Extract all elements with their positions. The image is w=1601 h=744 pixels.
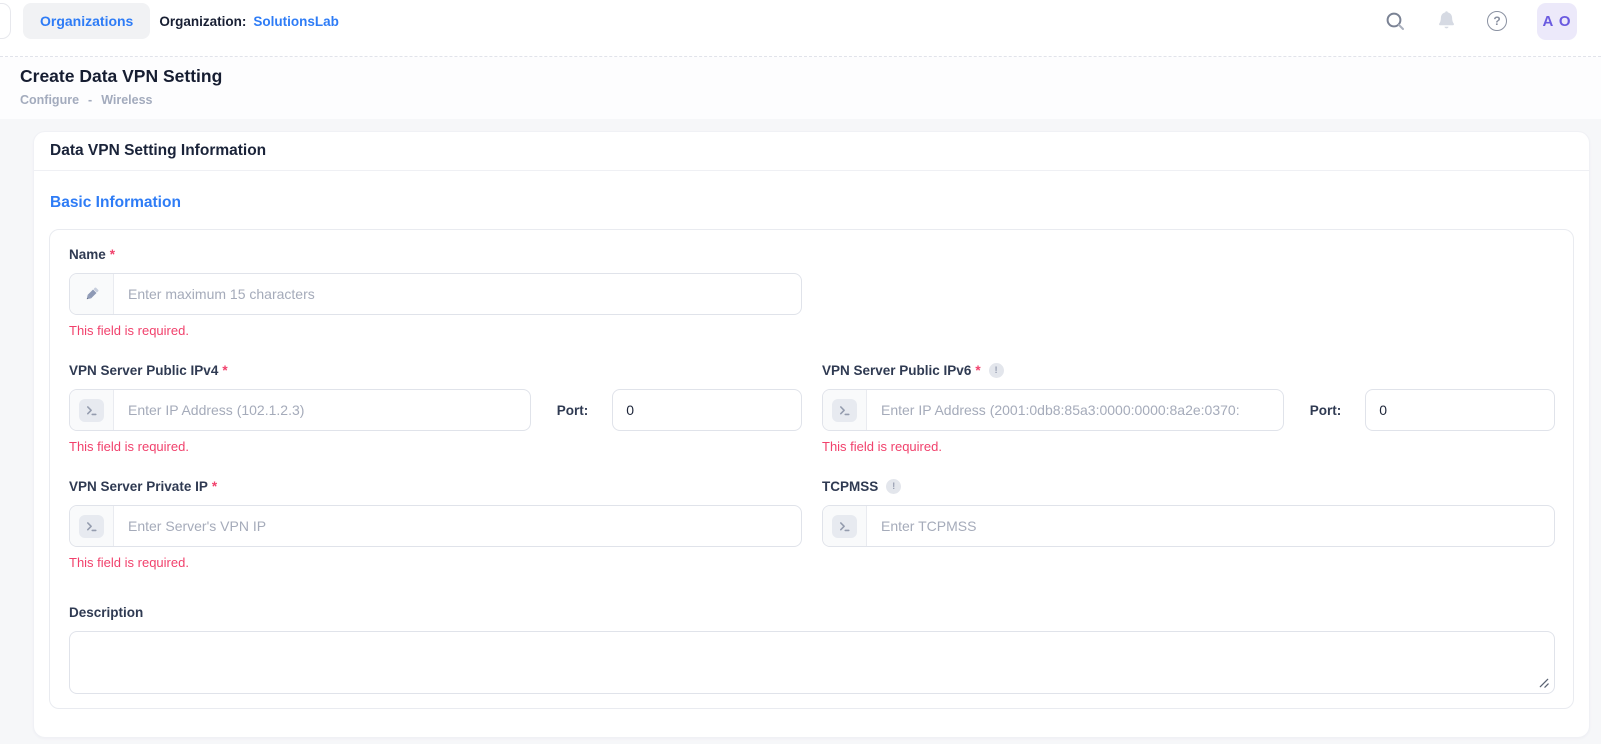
ipv4-label: VPN Server Public IPv4 *	[69, 363, 802, 378]
tcpmss-label: TCPMSS!	[822, 479, 1555, 494]
row-public-ips: VPN Server Public IPv4 * Enter IP Addres…	[69, 363, 1555, 454]
search-icon[interactable]	[1384, 10, 1406, 32]
breadcrumb-configure[interactable]: Configure	[20, 93, 79, 107]
info-icon[interactable]: !	[988, 363, 1004, 378]
basic-information-fieldset: Name * Enter maximum 15 characters This …	[49, 229, 1574, 709]
ipv4-port-input[interactable]	[612, 389, 802, 431]
organization-value-link[interactable]: SolutionsLab	[253, 14, 339, 29]
user-avatar[interactable]: A O	[1537, 2, 1577, 40]
ipv4-label-text: VPN Server Public IPv4	[69, 363, 219, 378]
info-icon[interactable]: !	[886, 479, 902, 494]
ipv6-field: VPN Server Public IPv6 *! Enter IP Addre…	[822, 363, 1555, 454]
name-required-error: This field is required.	[69, 323, 189, 338]
vpn-setting-card: Data VPN Setting Information Basic Infor…	[33, 131, 1590, 738]
ipv4-field: VPN Server Public IPv4 * Enter IP Addres…	[69, 363, 802, 454]
organization-label: Organization:	[159, 13, 247, 29]
page-head: Create Data VPN Setting Configure - Wire…	[0, 57, 1601, 119]
help-glyph: ?	[1487, 11, 1507, 31]
terminal-icon	[823, 506, 867, 546]
breadcrumb: Configure - Wireless	[20, 93, 1581, 107]
required-mark: *	[109, 247, 116, 262]
ipv4-input-group	[69, 389, 531, 431]
name-label-text: Name	[69, 247, 106, 262]
spacer-column	[822, 247, 1555, 338]
row-private-ip-tcpmss: VPN Server Private IP * Enter Server's V…	[69, 479, 1555, 570]
ipv4-required-error: This field is required.	[69, 439, 189, 454]
private-ip-label: VPN Server Private IP *	[69, 479, 802, 494]
ipv4-port-label: Port:	[556, 402, 589, 418]
breadcrumb-wireless[interactable]: Wireless	[101, 93, 152, 107]
app-screen: Organizations Organization: SolutionsLab	[0, 0, 1601, 744]
name-input-group	[69, 273, 802, 315]
ipv6-required-error: This field is required.	[822, 439, 942, 454]
private-ip-input-group	[69, 505, 802, 547]
topbar-actions: ? A O	[1384, 2, 1577, 40]
content-area: Data VPN Setting Information Basic Infor…	[0, 119, 1601, 744]
card-header: Data VPN Setting Information	[34, 132, 1589, 171]
description-label: Description	[69, 605, 144, 620]
ipv6-port-label: Port:	[1309, 402, 1342, 418]
ipv6-address-input[interactable]	[867, 390, 1283, 430]
name-field: Name * Enter maximum 15 characters This …	[69, 247, 802, 338]
required-mark: *	[222, 363, 228, 378]
notifications-bell-icon[interactable]	[1436, 10, 1457, 32]
section-title-basic-information: Basic Information	[50, 194, 181, 211]
private-ip-label-text: VPN Server Private IP	[69, 479, 208, 494]
ipv6-line: Port:	[822, 389, 1555, 431]
tcpmss-label-text: TCPMSS	[822, 479, 879, 494]
required-mark: *	[975, 363, 981, 378]
tcpmss-field: TCPMSS!	[822, 479, 1555, 570]
tcpmss-input-group	[822, 505, 1555, 547]
card-title: Data VPN Setting Information	[50, 142, 267, 159]
topbar: Organizations Organization: SolutionsLab	[0, 0, 1601, 57]
organization-context: Organization: SolutionsLab	[159, 14, 339, 29]
terminal-icon	[70, 506, 114, 546]
breadcrumb-separator: -	[88, 93, 93, 107]
help-icon[interactable]: ?	[1487, 11, 1507, 31]
name-label: Name *	[69, 247, 802, 262]
required-mark: *	[211, 479, 218, 494]
tcpmss-input[interactable]	[867, 506, 1554, 546]
ipv6-label: VPN Server Public IPv6 *!	[822, 363, 1555, 378]
terminal-icon	[70, 390, 114, 430]
pencil-icon	[70, 274, 114, 314]
resize-handle-icon[interactable]	[1538, 677, 1550, 689]
ipv6-input-group	[822, 389, 1284, 431]
terminal-icon	[823, 390, 867, 430]
organizations-tab[interactable]: Organizations	[23, 3, 151, 39]
description-field: Description	[69, 605, 1555, 694]
private-ip-field: VPN Server Private IP * Enter Server's V…	[69, 479, 802, 570]
private-ip-required-error: This field is required.	[69, 555, 189, 570]
ipv6-port-input[interactable]	[1365, 389, 1555, 431]
ipv4-line: Port:	[69, 389, 802, 431]
ipv6-label-text: VPN Server Public IPv6	[822, 363, 972, 378]
row-description: Description	[69, 605, 1555, 694]
description-textarea[interactable]	[69, 631, 1555, 694]
ipv4-address-input[interactable]	[114, 390, 530, 430]
page-title: Create Data VPN Setting	[20, 66, 223, 86]
private-ip-input[interactable]	[114, 506, 801, 546]
row-name: Name * Enter maximum 15 characters This …	[69, 247, 1555, 338]
name-input[interactable]	[114, 274, 801, 314]
partial-left-button[interactable]	[0, 3, 11, 39]
